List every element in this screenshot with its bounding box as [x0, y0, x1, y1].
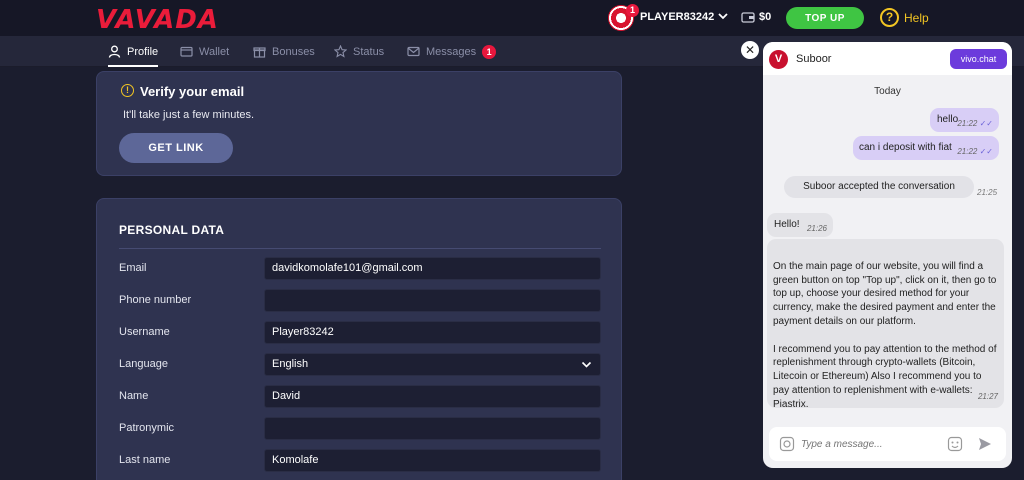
- divider: [119, 248, 601, 249]
- agent-name: Suboor: [796, 53, 832, 65]
- help-link[interactable]: Help: [904, 11, 929, 25]
- balance-amount: $0: [759, 11, 772, 23]
- chat-header: V Suboor vivo.chat: [763, 42, 1012, 75]
- tab-label: Status: [353, 45, 385, 58]
- gift-icon: [253, 47, 266, 58]
- name-label: Name: [119, 390, 149, 402]
- emoji-icon[interactable]: [947, 436, 963, 452]
- email-label: Email: [119, 262, 147, 274]
- chevron-down-icon[interactable]: [716, 9, 730, 23]
- wallet-icon: [180, 46, 193, 57]
- agent-avatar: V: [769, 50, 788, 69]
- system-message-time: 21:25: [977, 188, 998, 197]
- message-time: 21:27: [977, 392, 998, 402]
- incoming-message: On the main page of our website, you wil…: [767, 239, 1004, 410]
- patronymic-label: Patronymic: [119, 422, 175, 434]
- vavada-logo[interactable]: VAVADA: [96, 5, 219, 35]
- verify-subtitle: It'll take just a few minutes.: [123, 109, 255, 121]
- language-select[interactable]: English: [264, 353, 601, 376]
- message-text: hello: [937, 114, 959, 125]
- tab-messages[interactable]: Messages 1: [407, 36, 497, 67]
- username-label[interactable]: PLAYER83242: [640, 11, 714, 23]
- tab-label: Messages: [426, 45, 477, 58]
- tab-status[interactable]: Status: [334, 36, 384, 67]
- tab-bonuses[interactable]: Bonuses: [253, 36, 315, 67]
- chat-widget: V Suboor vivo.chat Today hello 21:22 ✓✓ …: [763, 42, 1012, 468]
- outgoing-message: hello 21:22 ✓✓: [930, 108, 999, 132]
- verify-title: Verify your email: [140, 84, 245, 99]
- chevron-down-icon: [581, 361, 592, 368]
- warning-icon: !: [121, 84, 134, 97]
- name-field[interactable]: David: [264, 385, 601, 408]
- email-field[interactable]: davidkomolafe101@gmail.com: [264, 257, 601, 280]
- message-input[interactable]: [801, 435, 941, 453]
- tab-label: Bonuses: [272, 45, 315, 58]
- phone-field[interactable]: [264, 289, 601, 312]
- message-composer: [769, 427, 1006, 461]
- username-field[interactable]: Player83242: [264, 321, 601, 344]
- avatar-notification-badge: 1: [626, 4, 639, 17]
- message-text: can i deposit with fiat: [859, 142, 952, 153]
- messages-count-badge: 1: [482, 44, 497, 59]
- top-up-button[interactable]: TOP UP: [786, 7, 864, 29]
- attach-icon[interactable]: [779, 436, 795, 452]
- message-text: On the main page of our website, you wil…: [773, 260, 997, 410]
- system-message: Suboor accepted the conversation: [784, 176, 974, 198]
- outgoing-message: can i deposit with fiat 21:22 ✓✓: [853, 136, 999, 160]
- language-label: Language: [119, 358, 168, 370]
- get-link-button[interactable]: GET LINK: [119, 133, 233, 163]
- wallet-icon: [741, 12, 755, 23]
- message-time: 21:22 ✓✓: [957, 147, 993, 156]
- help-icon[interactable]: ?: [880, 8, 899, 27]
- incoming-message: Hello! 21:26: [767, 213, 833, 237]
- last-name-label: Last name: [119, 454, 171, 466]
- vivo-chat-logo[interactable]: vivo.chat: [950, 49, 1007, 69]
- message-time: 21:26: [806, 224, 827, 233]
- language-value: English: [272, 358, 309, 370]
- user-icon: [108, 45, 121, 58]
- send-icon[interactable]: [977, 436, 993, 452]
- tab-label: Profile: [127, 45, 159, 58]
- message-time: 21:22 ✓✓: [957, 119, 993, 128]
- last-name-field[interactable]: Komolafe: [264, 449, 601, 472]
- verify-email-card: ! Verify your email It'll take just a fe…: [96, 71, 622, 176]
- phone-label: Phone number: [119, 294, 192, 306]
- personal-data-card: PERSONAL DATA Email davidkomolafe101@gma…: [96, 198, 622, 480]
- tab-wallet[interactable]: Wallet: [180, 36, 229, 67]
- envelope-icon: [407, 46, 420, 57]
- patronymic-field[interactable]: [264, 417, 601, 440]
- day-separator: Today: [874, 86, 901, 97]
- top-bar: VAVADA 1 PLAYER83242 $0 TOP UP ? Help: [0, 0, 1024, 36]
- star-icon: [334, 45, 347, 58]
- chat-close-icon[interactable]: ✕: [741, 41, 759, 59]
- tab-label: Wallet: [199, 45, 230, 58]
- tab-profile[interactable]: Profile: [108, 36, 159, 67]
- username-label: Username: [119, 326, 170, 338]
- message-text: Hello!: [774, 219, 800, 230]
- section-title: PERSONAL DATA: [119, 223, 225, 237]
